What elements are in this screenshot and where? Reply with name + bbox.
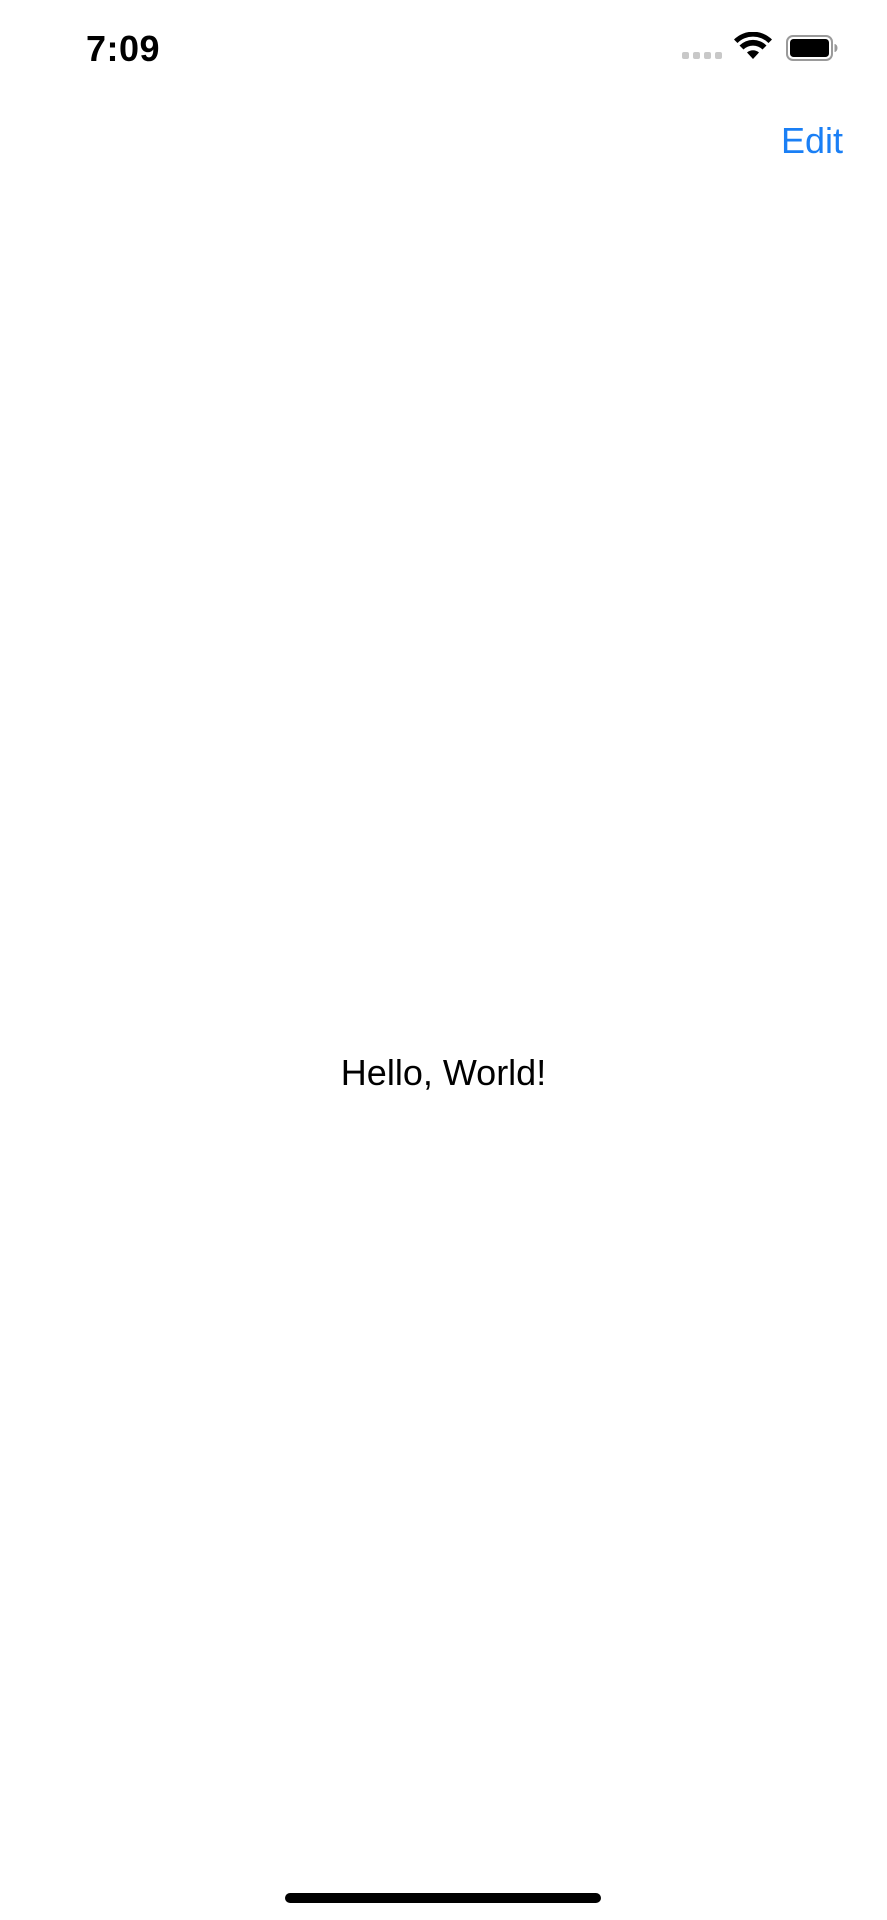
status-time: 7:09	[86, 28, 161, 69]
main-content: Hello, World!	[0, 186, 887, 1876]
home-indicator[interactable]	[285, 1893, 601, 1903]
status-bar: 7:09	[0, 0, 887, 100]
navigation-bar: Edit	[0, 100, 887, 186]
wifi-icon	[734, 32, 772, 59]
edit-button[interactable]: Edit	[781, 120, 843, 162]
app-screen: 7:09 Edit Hello, World!	[0, 0, 887, 1920]
cellular-signal-icon	[682, 52, 722, 62]
hello-world-label: Hello, World!	[340, 1052, 547, 1093]
battery-icon	[786, 35, 838, 61]
